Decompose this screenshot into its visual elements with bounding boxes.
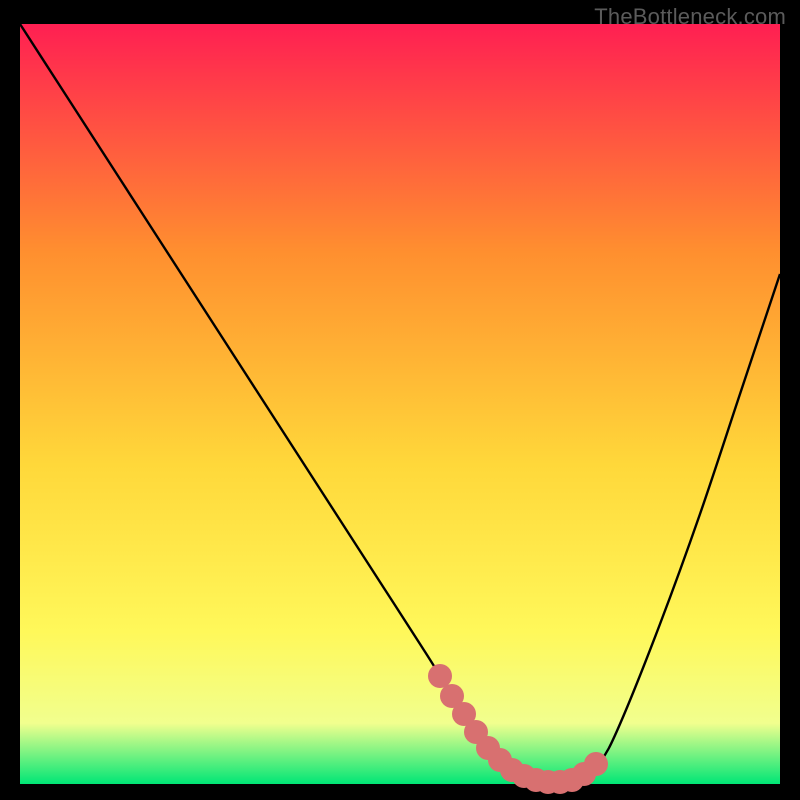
watermark-text: TheBottleneck.com	[594, 4, 786, 30]
chart-frame: { "watermark": "TheBottleneck.com", "col…	[0, 0, 800, 800]
chart-svg	[0, 0, 800, 800]
highlight-marker	[428, 664, 452, 688]
plot-area	[20, 24, 780, 784]
highlight-marker	[584, 752, 608, 776]
